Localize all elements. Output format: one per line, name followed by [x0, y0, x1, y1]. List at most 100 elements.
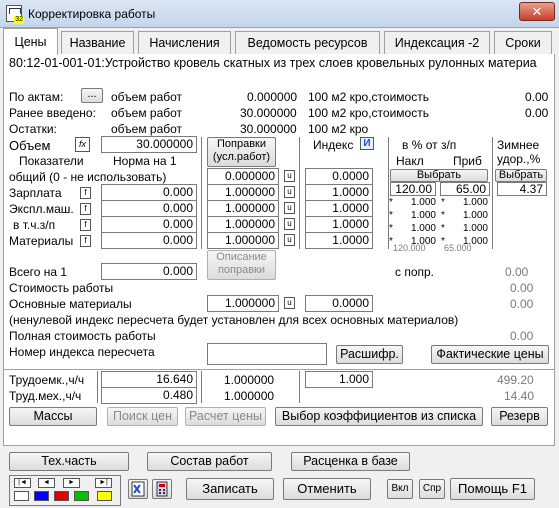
rest-kind: объем работ — [111, 122, 183, 136]
machine-salary-corr[interactable]: 1.000000 — [207, 216, 279, 233]
mech-coef: 1.000000 — [224, 389, 275, 403]
actual-prices-button[interactable]: Фактические цены — [431, 345, 549, 364]
machine-index[interactable]: 1.0000 — [305, 200, 373, 217]
reserve-button[interactable]: Резерв — [491, 407, 548, 426]
choose-winter-button[interactable]: Выбрать — [495, 169, 547, 182]
overhead-coef[interactable]: 1.000 — [394, 196, 436, 209]
row-label: в т.ч.з/п — [13, 218, 56, 232]
reindex-input[interactable] — [207, 343, 327, 365]
first-icon[interactable]: |◄ — [14, 478, 31, 488]
with-corr-label: с попр. — [395, 265, 435, 279]
overhead-coef[interactable]: 1.000 — [394, 222, 436, 235]
search-prices-button[interactable]: Поиск цен — [107, 407, 178, 426]
row-formula-icon[interactable]: f — [80, 219, 91, 231]
profit-input[interactable]: 65.00 — [440, 182, 490, 196]
tab-indexation[interactable]: Индексация -2 — [384, 31, 490, 55]
vkl-button[interactable]: Вкл — [387, 479, 413, 499]
profit-coef[interactable]: 1.000 — [446, 209, 488, 222]
overhead-coef[interactable]: 1.000 — [394, 209, 436, 222]
volume-input[interactable]: 30.000000 — [101, 136, 197, 153]
main-materials-u-button[interactable]: u — [284, 297, 295, 309]
tab-name[interactable]: Название — [61, 31, 134, 55]
white-color-swatch[interactable] — [14, 491, 29, 501]
main-materials-index[interactable]: 0.0000 — [305, 295, 373, 312]
masses-button[interactable]: Массы — [9, 407, 97, 426]
star-marker: * — [441, 223, 445, 234]
salary-norm[interactable]: 0.000 — [101, 184, 197, 201]
tech-part-button[interactable]: Тех.часть — [9, 452, 129, 471]
excel-icon[interactable] — [128, 479, 148, 499]
rate-base-button[interactable]: Расценка в базе — [291, 452, 410, 471]
acts-kind: объем работ — [111, 90, 183, 104]
corrections-button[interactable]: Поправки (усл.работ) — [207, 137, 276, 167]
composition-button[interactable]: Состав работ — [147, 452, 272, 471]
tab-resources[interactable]: Ведомость ресурсов — [235, 31, 380, 55]
total1-value: 0.000 — [101, 263, 197, 280]
machine-norm[interactable]: 0.000 — [101, 200, 197, 217]
row-formula-icon[interactable]: f — [80, 235, 91, 247]
green-color-swatch[interactable] — [74, 491, 89, 501]
star-marker: * — [389, 223, 393, 234]
materials-corr[interactable]: 1.000000 — [207, 232, 279, 249]
materials-norm[interactable]: 0.000 — [101, 232, 197, 249]
row-formula-icon[interactable]: f — [80, 187, 91, 199]
prev-icon[interactable]: ◄ — [38, 478, 55, 488]
machine-corr[interactable]: 1.000000 — [207, 200, 279, 217]
full-cost-label: Полная стоимость работы — [9, 329, 156, 343]
common-u-button[interactable]: u — [284, 170, 295, 182]
index-button[interactable]: И — [360, 137, 374, 150]
salary-index[interactable]: 1.0000 — [305, 184, 373, 201]
decode-button[interactable]: Расшифр. — [336, 345, 403, 364]
red-color-swatch[interactable] — [54, 491, 69, 501]
calculator-icon[interactable] — [152, 479, 172, 499]
acts-browse-button[interactable]: ... — [81, 88, 103, 103]
prib-header: Приб — [453, 154, 482, 168]
labor-coef: 1.000000 — [224, 373, 275, 387]
common-index-input[interactable]: 0.0000 — [305, 168, 373, 185]
tab-prices[interactable]: Цены — [3, 28, 58, 55]
close-button[interactable]: ✕ — [519, 2, 555, 21]
profit-total: 65.000 — [444, 243, 472, 253]
common-corr-input[interactable]: 0.000000 — [207, 168, 279, 185]
materials-u-button[interactable]: u — [284, 234, 295, 246]
yellow-color-swatch[interactable] — [97, 491, 112, 501]
indicators-header: Показатели — [19, 154, 84, 168]
profit-coef[interactable]: 1.000 — [446, 196, 488, 209]
machine-salary-norm[interactable]: 0.000 — [101, 216, 197, 233]
main-materials-corr[interactable]: 1.000000 — [207, 295, 279, 312]
save-button[interactable]: Записать — [186, 478, 274, 500]
mech-value[interactable]: 0.480 — [101, 387, 197, 404]
app-icon — [6, 5, 24, 24]
main-materials-label: Основные материалы — [9, 297, 132, 311]
tab-terms[interactable]: Сроки — [494, 31, 552, 55]
machine-salary-u-button[interactable]: u — [284, 218, 295, 230]
profit-coef[interactable]: 1.000 — [446, 222, 488, 235]
machine-salary-index[interactable]: 1.0000 — [305, 216, 373, 233]
star-marker: * — [389, 197, 393, 208]
blue-color-swatch[interactable] — [34, 491, 49, 501]
next-icon[interactable]: ► — [63, 478, 80, 488]
rest-unit: 100 м2 кро — [308, 122, 369, 136]
overhead-input[interactable]: 120.00 — [390, 182, 436, 196]
formula-button[interactable]: fx — [75, 137, 90, 152]
help-button[interactable]: Помощь F1 — [450, 478, 535, 500]
materials-index[interactable]: 1.0000 — [305, 232, 373, 249]
cancel-button[interactable]: Отменить — [283, 478, 371, 500]
machine-u-button[interactable]: u — [284, 202, 295, 214]
describe-correction-button[interactable]: Описание поправки — [207, 250, 276, 280]
tab-charges[interactable]: Начисления — [138, 31, 231, 55]
labor-index[interactable]: 1.000 — [305, 371, 373, 388]
labor-value[interactable]: 16.640 — [101, 371, 197, 388]
row-formula-icon[interactable]: f — [80, 203, 91, 215]
choose-overhead-button[interactable]: Выбрать — [390, 169, 488, 182]
salary-corr[interactable]: 1.000000 — [207, 184, 279, 201]
last-icon[interactable]: ►| — [95, 478, 112, 488]
salary-u-button[interactable]: u — [284, 186, 295, 198]
earlier-label: Ранее введено: — [9, 106, 96, 120]
winter-input[interactable]: 4.37 — [497, 182, 547, 196]
labor-label: Трудоемк.,ч/ч — [9, 373, 85, 387]
choose-coef-button[interactable]: Выбор коэффициентов из списка — [275, 407, 483, 426]
spr-button[interactable]: Спр — [419, 479, 445, 499]
cost-label: Стоимость работы — [9, 281, 114, 295]
calc-price-button[interactable]: Расчет цены — [185, 407, 266, 426]
